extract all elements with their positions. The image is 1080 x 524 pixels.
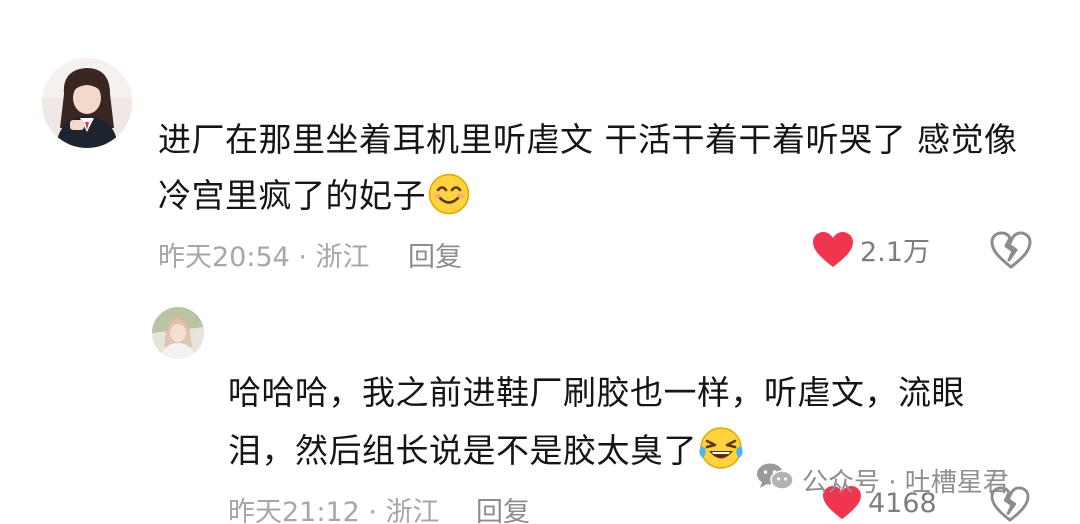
comment-reply-button[interactable]: 回复 — [408, 235, 462, 274]
comment-like-count: 2.1万 — [860, 237, 930, 268]
watermark-text: 公众号 · 吐槽星君 — [802, 468, 1009, 498]
comment-line-2: 冷宫里疯了的妃子 — [158, 168, 1058, 224]
comment-line-1: 进厂在那里坐着耳机里听虐文 干活干着干着听哭了 感觉像 — [158, 120, 1018, 159]
reply-line-1: 哈哈哈，我之前进鞋厂刷胶也一样，听虐文，流眼 — [228, 373, 965, 412]
comment-line-2-text: 冷宫里疯了的妃子 — [158, 176, 426, 215]
comment-dislike-button[interactable] — [990, 231, 1032, 269]
comment-thread: 进厂在那里坐着耳机里听虐文 干活干着干着听哭了 感觉像 冷宫里疯了的妃子 昨天2… — [0, 0, 1080, 524]
wechat-icon — [756, 462, 794, 499]
commenter-avatar[interactable] — [42, 58, 132, 148]
comment-timestamp-location: 昨天20:54 · 浙江 — [158, 242, 370, 273]
rolling-laughing-emoji-icon — [699, 426, 743, 470]
reply-line-2-text: 泪，然后组长说是不是胶太臭了 — [228, 431, 697, 470]
comment-body: 进厂在那里坐着耳机里听虐文 干活干着干着听哭了 感觉像 冷宫里疯了的妃子 — [158, 112, 1058, 224]
reply-timestamp-location: 昨天21:12 · 浙江 — [228, 497, 440, 524]
comment-like-button[interactable]: 2.1万 — [812, 230, 930, 269]
reply-avatar[interactable] — [152, 307, 204, 359]
reply-reply-button[interactable]: 回复 — [476, 490, 530, 524]
wechat-account-watermark: 公众号 · 吐槽星君 — [756, 462, 1009, 499]
heart-filled-icon — [812, 231, 854, 269]
broken-heart-icon — [990, 231, 1032, 269]
smiling-face-emoji-icon — [428, 173, 470, 215]
